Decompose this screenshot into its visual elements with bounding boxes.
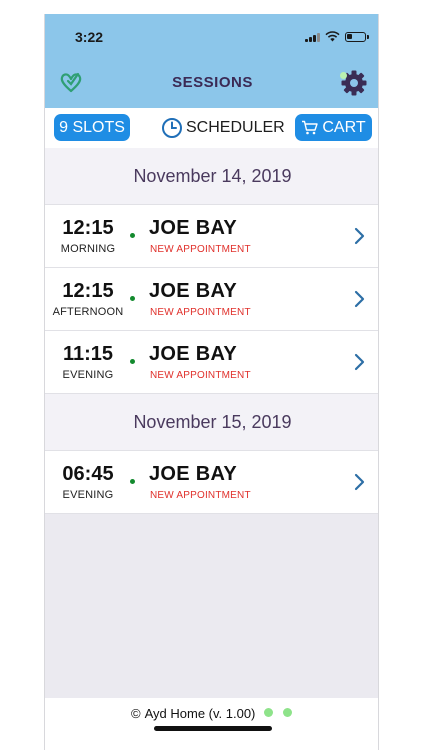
session-row[interactable]: 11:15 EVENING JOE BAY NEW APPOINTMENT <box>45 331 378 394</box>
status-dot <box>130 233 135 238</box>
battery-icon <box>345 31 369 42</box>
appointment-status: NEW APPOINTMENT <box>150 307 251 318</box>
status-dot <box>283 708 292 717</box>
session-row[interactable]: 12:15 MORNING JOE BAY NEW APPOINTMENT <box>45 205 378 268</box>
appointment-status: NEW APPOINTMENT <box>150 490 251 501</box>
status-dot <box>130 359 135 364</box>
status-dot <box>264 708 273 717</box>
cart-icon <box>302 120 319 135</box>
status-dot <box>130 479 135 484</box>
copyright-icon: © <box>131 706 141 721</box>
connection-indicators <box>264 708 292 717</box>
session-period: EVENING <box>62 369 114 381</box>
chevron-right-icon[interactable] <box>354 227 366 245</box>
scheduler-label: SCHEDULER <box>186 118 285 136</box>
date-header: November 14, 2019 <box>45 148 378 205</box>
clock-icon <box>162 117 182 138</box>
chevron-right-icon[interactable] <box>354 473 366 491</box>
footer-version: © Ayd Home (v. 1.00) <box>131 706 255 721</box>
status-time: 3:22 <box>75 29 104 45</box>
home-indicator[interactable] <box>154 726 272 731</box>
notification-dot <box>340 72 347 79</box>
client-name: JOE BAY <box>149 463 238 485</box>
cart-label: CART <box>322 118 366 136</box>
footer-label: Ayd Home (v. 1.00) <box>144 706 256 721</box>
appointment-status: NEW APPOINTMENT <box>150 244 251 255</box>
date-header: November 15, 2019 <box>45 394 378 451</box>
appointment-status: NEW APPOINTMENT <box>150 370 251 381</box>
slots-button[interactable]: 9 SLOTS <box>54 114 130 141</box>
session-list: November 14, 2019 12:15 MORNING JOE BAY … <box>45 148 378 514</box>
app-header: 3:22 SESSIONS <box>45 14 378 108</box>
scheduler-button[interactable]: SCHEDULER <box>161 114 285 141</box>
session-time: 11:15 <box>62 343 114 365</box>
signal-icon <box>305 32 320 42</box>
session-period: MORNING <box>60 243 116 255</box>
session-period: AFTERNOON <box>52 306 124 318</box>
toolbar: 9 SLOTS SCHEDULER CART <box>45 108 378 148</box>
session-time: 12:15 <box>62 217 114 239</box>
status-icons <box>305 31 369 42</box>
page-title: SESSIONS <box>172 74 253 91</box>
session-row[interactable]: 06:45 EVENING JOE BAY NEW APPOINTMENT <box>45 451 378 514</box>
wifi-icon <box>325 31 340 42</box>
session-row[interactable]: 12:15 AFTERNOON JOE BAY NEW APPOINTMENT <box>45 268 378 331</box>
cart-button[interactable]: CART <box>295 114 372 141</box>
status-dot <box>130 296 135 301</box>
app-screen: 3:22 SESSIONS 9 SLOTS SCHEDULER CART Nov… <box>44 14 379 750</box>
session-time: 06:45 <box>62 463 114 485</box>
client-name: JOE BAY <box>149 217 238 239</box>
chevron-right-icon[interactable] <box>354 290 366 308</box>
client-name: JOE BAY <box>149 343 238 365</box>
session-time: 12:15 <box>62 280 114 302</box>
chevron-right-icon[interactable] <box>354 353 366 371</box>
session-period: EVENING <box>62 489 114 501</box>
client-name: JOE BAY <box>149 280 238 302</box>
app-footer: © Ayd Home (v. 1.00) <box>45 698 378 750</box>
